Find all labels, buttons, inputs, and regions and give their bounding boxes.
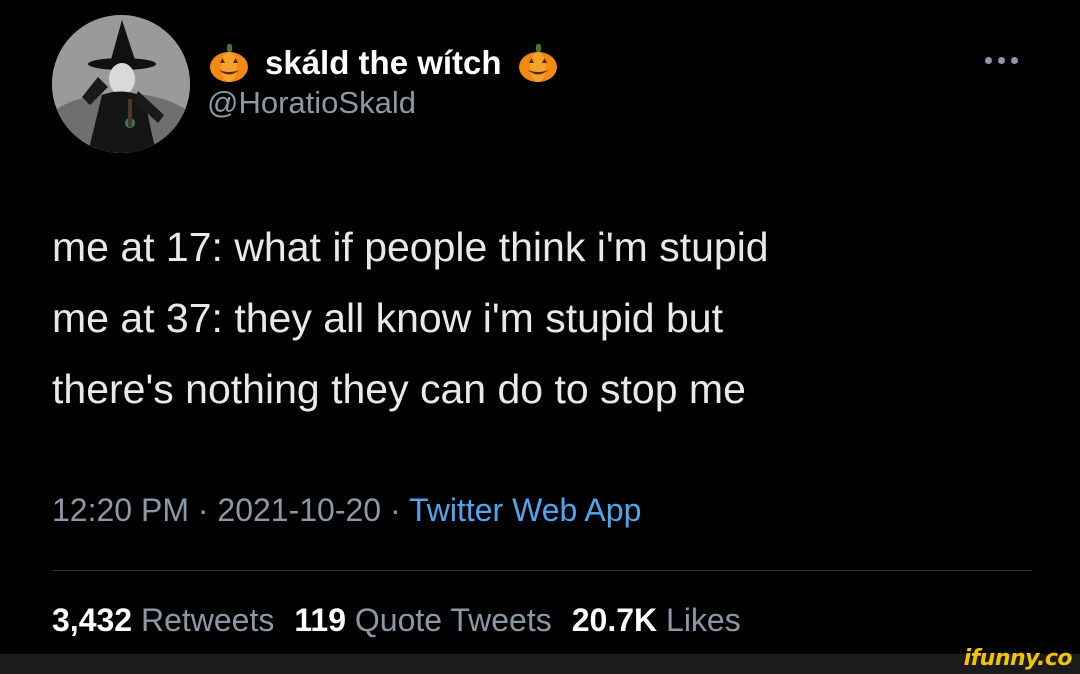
meta-separator: · [381,492,409,528]
tweet-date[interactable]: 2021-10-20 [217,492,381,528]
avatar[interactable] [52,15,190,153]
retweets-label: Retweets [140,602,275,638]
quote-tweets-label: Quote Tweets [354,602,552,638]
ifunny-watermark: ifunny.co [963,646,1073,671]
tweet-text-line: me at 37: they all know i'm stupid but [52,295,723,341]
meta-separator: · [188,492,218,528]
more-horizontal-icon[interactable] [985,52,1025,68]
likes-count: 20.7K [571,602,658,638]
author-handle[interactable]: @HoratioSkald [207,85,416,121]
tweet-source-link[interactable]: Twitter Web App [409,492,641,528]
display-name[interactable]: skáld the wítch [265,44,502,82]
tweet-time[interactable]: 12:20 PM [52,492,189,528]
tweet-text-line: there's nothing they can do to stop me [52,366,746,412]
tweet-metadata: 12:20 PM · 2021-10-20 · Twitter Web App [52,492,641,529]
retweets-count: 3,432 [52,602,133,638]
pumpkin-icon [207,41,251,85]
retweets-stat[interactable]: 3,432 Retweets [52,602,274,639]
quote-tweets-stat[interactable]: 119 Quote Tweets [294,602,551,639]
tweet-text: me at 17: what if people think i'm stupi… [52,212,1062,425]
likes-label: Likes [666,602,741,638]
tweet-stats: 3,432 Retweets 119 Quote Tweets 20.7K Li… [52,602,741,639]
watermark-bar [0,654,1080,674]
likes-stat[interactable]: 20.7K Likes [572,602,741,639]
quote-tweets-count: 119 [294,602,346,638]
author-name-row[interactable]: skáld the wítch [207,38,560,88]
divider [52,570,1032,571]
tweet-text-line: me at 17: what if people think i'm stupi… [52,224,769,270]
witch-avatar-image [52,15,190,153]
pumpkin-icon [516,41,560,85]
